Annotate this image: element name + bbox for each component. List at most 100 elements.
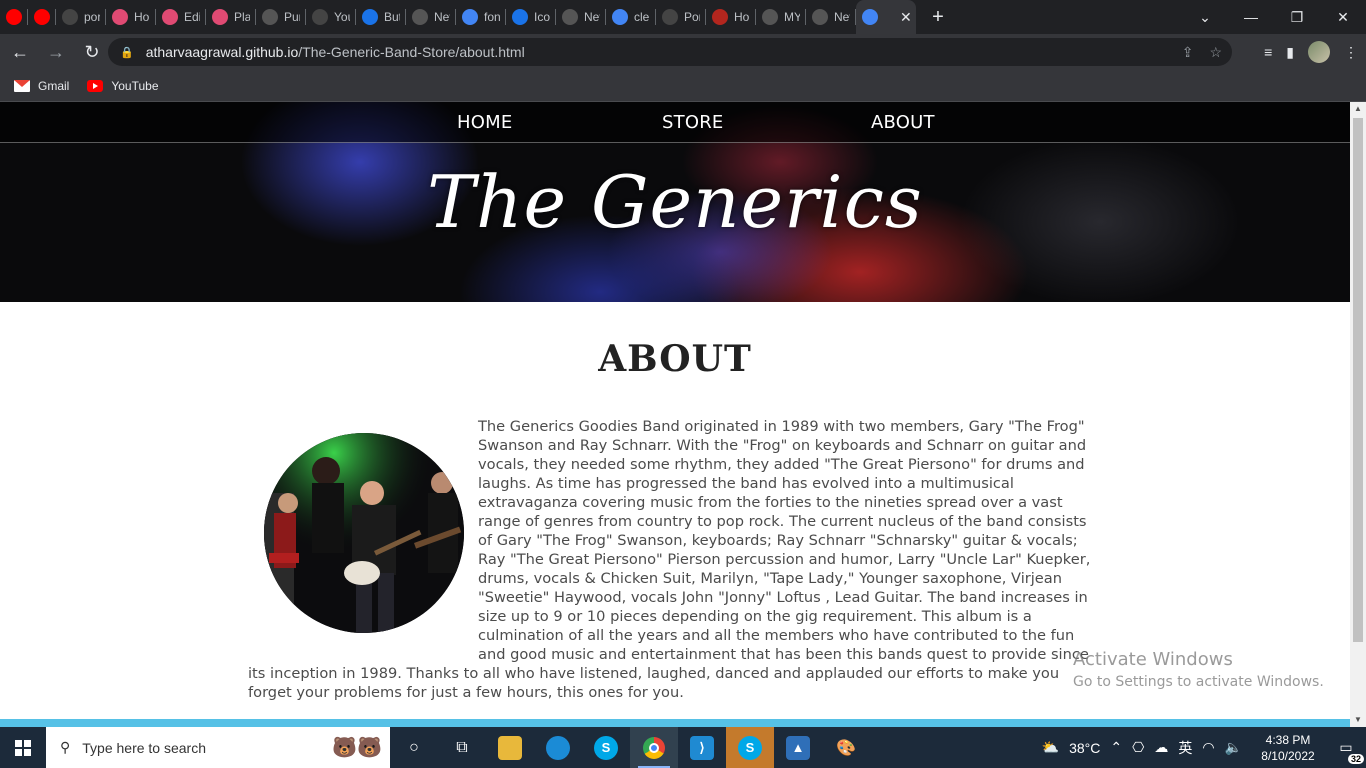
bookmark-label: Gmail	[38, 78, 70, 93]
google-icon	[462, 9, 478, 25]
camera-icon[interactable]: ⎔	[1132, 739, 1144, 756]
grid-icon	[112, 9, 128, 25]
browser-tab[interactable]	[0, 0, 28, 34]
skype-icon[interactable]: S	[582, 727, 630, 768]
lock-icon[interactable]: 🔒	[120, 46, 134, 59]
browser-tab[interactable]: Edit	[156, 0, 206, 34]
windows-logo-icon	[15, 739, 31, 756]
vscode-icon[interactable]: ⟩	[678, 727, 726, 768]
shield-icon	[712, 9, 728, 25]
share-icon[interactable]: ⇪	[1182, 44, 1194, 61]
forward-button[interactable]: →	[40, 36, 72, 68]
browser-tab[interactable]: Por	[656, 0, 706, 34]
browser-tab[interactable]: Hor	[106, 0, 156, 34]
browser-tab[interactable]: MY	[756, 0, 806, 34]
taskbar-search[interactable]: ⚲ Type here to search 🐻🐻	[46, 727, 390, 768]
url-path: /The-Generic-Band-Store/about.html	[298, 44, 525, 60]
section-title: ABOUT	[598, 338, 752, 380]
google-icon	[612, 9, 628, 25]
browser-toolbar: ← → ↻ 🔒 atharvaagrawal.github.io/The-Gen…	[0, 34, 1366, 70]
weather-icon[interactable]: ⛅	[1042, 739, 1059, 756]
tab-title: Por	[684, 10, 700, 24]
about-paragraph: The Generics Goodies Band originated in …	[248, 417, 1102, 702]
tab-title: Pla	[234, 10, 250, 24]
browser-tab[interactable]: Nev	[556, 0, 606, 34]
close-window-button[interactable]: ✕	[1320, 0, 1366, 34]
notification-badge: 32	[1347, 753, 1364, 764]
browser-tab[interactable]: por	[56, 0, 106, 34]
browser-tab[interactable]: Nev	[406, 0, 456, 34]
tab-strip: por Hor Edit Pla Pur You But Nev fon Ico Nev cle Por…	[0, 0, 1366, 34]
search-placeholder: Type here to search	[82, 739, 207, 756]
media-control-icon[interactable]: ≡	[1264, 44, 1272, 60]
new-tab-button[interactable]: +	[926, 6, 950, 29]
back-button[interactable]: ←	[4, 36, 36, 68]
cortana-icon[interactable]: ○	[390, 727, 438, 768]
wifi-icon[interactable]: ◠	[1202, 739, 1214, 756]
start-button[interactable]	[0, 727, 46, 768]
tab-title: Pur	[284, 10, 300, 24]
nav-home-link[interactable]: HOME	[457, 112, 512, 133]
watermark-subtitle: Go to Settings to activate Windows.	[1073, 674, 1324, 690]
browser-tab[interactable]: But	[356, 0, 406, 34]
photos-icon[interactable]: ▲	[774, 727, 822, 768]
page-viewport: HOME STORE ABOUT The Generics ABOUT The …	[0, 102, 1350, 727]
record-icon	[34, 9, 50, 25]
browser-tab[interactable]: fon	[456, 0, 506, 34]
nav-about-link[interactable]: ABOUT	[871, 112, 935, 133]
scrollbar-thumb[interactable]	[1353, 118, 1363, 642]
paint-icon[interactable]: 🎨	[822, 727, 870, 768]
flag-icon	[512, 9, 528, 25]
ime-icon[interactable]: 英	[1178, 738, 1192, 758]
browser-tab[interactable]: You	[306, 0, 356, 34]
search-highlight-icon[interactable]: 🐻🐻	[332, 735, 382, 760]
onedrive-icon[interactable]: ☁	[1154, 739, 1168, 756]
notification-center-icon[interactable]: ▭ 32	[1334, 736, 1364, 764]
globe-icon	[262, 9, 278, 25]
clock-time: 4:38 PM	[1265, 732, 1311, 747]
temperature[interactable]: 38°C	[1069, 740, 1100, 756]
browser-tab[interactable]	[28, 0, 56, 34]
bookmark-youtube[interactable]: YouTube	[87, 78, 159, 93]
footer-strip	[0, 719, 1350, 727]
browser-tab[interactable]: cle	[606, 0, 656, 34]
tab-search-icon[interactable]: ⌄	[1182, 0, 1228, 34]
browser-tab[interactable]: Nev	[806, 0, 856, 34]
youtube-icon	[87, 79, 104, 92]
nav-store-link[interactable]: STORE	[662, 112, 723, 133]
side-panel-icon[interactable]: ▮	[1286, 44, 1294, 61]
browser-tab[interactable]: the✕	[856, 0, 916, 34]
chevron-up-icon[interactable]: ⌃	[1110, 739, 1122, 756]
bookmark-star-icon[interactable]: ☆	[1209, 44, 1222, 61]
bookmark-label: YouTube	[111, 78, 159, 93]
chrome-icon	[412, 9, 428, 25]
edge-icon[interactable]	[534, 727, 582, 768]
volume-icon[interactable]: 🔈	[1225, 739, 1242, 756]
skype-active-icon[interactable]: S	[726, 727, 774, 768]
search-icon: ⚲	[60, 739, 71, 755]
reload-button[interactable]: ↻	[76, 36, 108, 68]
chrome-taskbar-icon[interactable]	[630, 727, 678, 768]
task-view-icon[interactable]: ⧉	[438, 727, 486, 768]
tab-title: por	[84, 10, 100, 24]
bookmarks-bar: Gmail YouTube	[0, 70, 1366, 102]
restore-button[interactable]: ❐	[1274, 0, 1320, 34]
youtube-icon	[6, 9, 22, 25]
close-tab-icon[interactable]: ✕	[900, 9, 912, 26]
browser-tab[interactable]: Pla	[206, 0, 256, 34]
menu-icon[interactable]: ⋮	[1344, 44, 1358, 61]
clock[interactable]: 4:38 PM 8/10/2022	[1252, 732, 1324, 764]
scroll-up-arrow-icon[interactable]: ▲	[1350, 102, 1366, 116]
browser-tab[interactable]: Ho	[706, 0, 756, 34]
file-explorer-icon[interactable]	[486, 727, 534, 768]
bookmark-gmail[interactable]: Gmail	[14, 79, 69, 93]
page-scrollbar[interactable]: ▲ ▼	[1350, 102, 1366, 727]
scroll-down-arrow-icon[interactable]: ▼	[1350, 713, 1366, 727]
band-title: The Generics	[427, 160, 923, 244]
tab-title: Nev	[834, 10, 850, 24]
browser-tab[interactable]: Ico	[506, 0, 556, 34]
address-bar[interactable]: 🔒 atharvaagrawal.github.io/The-Generic-B…	[108, 38, 1232, 66]
minimize-button[interactable]: —	[1228, 0, 1274, 34]
browser-tab[interactable]: Pur	[256, 0, 306, 34]
profile-avatar[interactable]	[1308, 41, 1330, 63]
